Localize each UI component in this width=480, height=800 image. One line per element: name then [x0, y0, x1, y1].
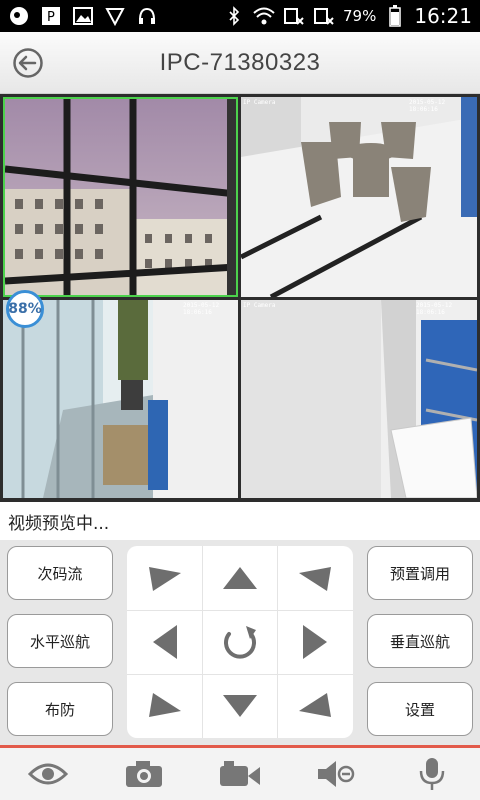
microphone-icon [419, 758, 445, 790]
camera-icon [126, 761, 162, 787]
ptz-up-button[interactable] [202, 546, 277, 610]
record-tab[interactable] [210, 750, 270, 798]
ptz-down-left-button[interactable] [127, 674, 202, 738]
camera-feed-image [241, 300, 477, 498]
vertical-cruise-button[interactable]: 垂直巡航 [367, 614, 473, 668]
tile-timestamp: 2015-05-12 18:06:16 [183, 302, 220, 316]
rotate-icon [223, 626, 256, 659]
video-tile-1[interactable] [3, 97, 238, 297]
arrow-right-icon [302, 625, 327, 659]
sub-stream-button[interactable]: 次码流 [7, 546, 113, 600]
preset-recall-button[interactable]: 预置调用 [367, 546, 473, 600]
camera-feed-image [3, 300, 238, 498]
video-icon [220, 761, 260, 786]
snapshot-tab[interactable] [114, 750, 174, 798]
control-panel: 次码流 水平巡航 布防 预置调用 垂直巡航 设置 [0, 540, 480, 745]
battery-charging-icon [384, 5, 406, 27]
video-tile-3[interactable]: 2015-05-12 18:06:16 [3, 300, 238, 498]
arrow-down-icon [222, 695, 257, 717]
back-button[interactable] [12, 47, 44, 79]
arrow-down-left-icon [148, 693, 181, 717]
status-bar: P 79% 16:21 [0, 0, 480, 32]
preview-tab[interactable] [18, 750, 78, 798]
arrow-up-left-icon [148, 567, 181, 591]
bottom-toolbar [0, 748, 480, 800]
ptz-right-button[interactable] [277, 610, 352, 674]
arrow-down-right-icon [298, 693, 331, 717]
loading-progress-badge: 88% [6, 290, 44, 328]
sim2-signal-icon [313, 5, 335, 27]
video-tile-4[interactable]: IP Camera 2015-05-12 18:06:16 [241, 300, 477, 498]
horizontal-cruise-button[interactable]: 水平巡航 [7, 614, 113, 668]
video-grid: IP Camera 2015-05-12 18:06:16 2015-05-12… [0, 94, 480, 502]
video-tile-2[interactable]: IP Camera 2015-05-12 18:06:16 [241, 97, 477, 297]
app-header: IPC-71380323 [0, 32, 480, 94]
image-notification-icon [72, 5, 94, 27]
talk-tab[interactable] [402, 750, 462, 798]
svg-text:P: P [47, 10, 55, 25]
shield-icon [104, 5, 126, 27]
settings-button[interactable]: 设置 [367, 682, 473, 736]
headphones-icon [136, 5, 158, 27]
camera-feed-image [5, 99, 236, 295]
tile-camera-label: IP Camera [243, 302, 276, 309]
ptz-direction-pad [127, 546, 353, 738]
arrow-up-icon [222, 567, 257, 589]
arrow-left-icon [152, 625, 177, 659]
clock-time: 16:21 [414, 4, 472, 28]
ptz-up-left-button[interactable] [127, 546, 202, 610]
camera-feed-image [241, 97, 477, 297]
ptz-reset-button[interactable] [202, 610, 277, 674]
battery-percent: 79% [343, 7, 377, 25]
speaker-mute-icon [318, 761, 355, 787]
preview-status: 视频预览中... [0, 502, 480, 540]
page-title: IPC-71380323 [159, 48, 321, 76]
tile-timestamp: 2015-05-12 18:06:16 [409, 99, 446, 113]
ptz-left-button[interactable] [127, 610, 202, 674]
arm-button[interactable]: 布防 [7, 682, 113, 736]
eye-icon [28, 763, 68, 785]
ptz-down-right-button[interactable] [277, 674, 352, 738]
app-notification-icon [8, 5, 30, 27]
audio-tab[interactable] [306, 750, 366, 798]
sim1-signal-icon [283, 5, 305, 27]
arrow-up-right-icon [298, 567, 331, 591]
ptz-up-right-button[interactable] [277, 546, 352, 610]
notification-p-icon: P [40, 5, 62, 27]
tile-camera-label: IP Camera [243, 99, 276, 106]
tile-timestamp: 2015-05-12 18:06:16 [416, 302, 453, 316]
wifi-icon [253, 5, 275, 27]
back-arrow-icon [13, 48, 43, 78]
bluetooth-icon [223, 5, 245, 27]
ptz-down-button[interactable] [202, 674, 277, 738]
